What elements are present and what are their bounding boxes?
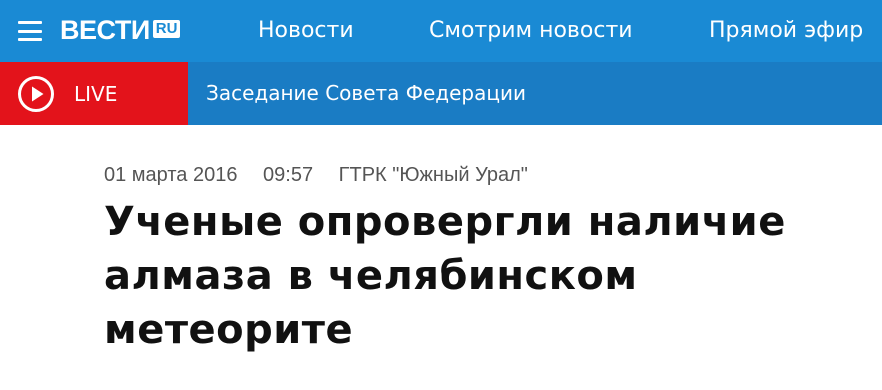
- play-circle-icon: [18, 76, 54, 112]
- live-button[interactable]: LIVE: [0, 62, 188, 125]
- headline-line: алмаза в челябинском: [104, 253, 638, 299]
- headline-line: метеорите: [104, 307, 354, 353]
- logo-text: ВЕСТИ: [60, 15, 150, 45]
- live-broadcast-banner[interactable]: Заседание Совета Федерации: [188, 62, 882, 125]
- logo-suffix: RU: [152, 20, 181, 38]
- article-meta: 01 марта 2016 09:57 ГТРК "Южный Урал": [104, 162, 548, 188]
- article-source: ГТРК "Южный Урал": [338, 164, 528, 186]
- site-logo[interactable]: ВЕСТИ RU: [60, 15, 181, 45]
- live-label: LIVE: [74, 82, 118, 106]
- nav-link-watch-news[interactable]: Смотрим новости: [429, 17, 633, 45]
- menu-line: [18, 29, 42, 33]
- menu-line: [18, 38, 42, 41]
- article-time: 09:57: [263, 164, 314, 186]
- live-broadcast-title[interactable]: Заседание Совета Федерации: [206, 80, 526, 106]
- top-navigation-bar: ВЕСТИ RU Новости Смотрим новости Прямой …: [0, 0, 882, 62]
- nav-link-live-broadcast[interactable]: Прямой эфир: [709, 17, 863, 45]
- live-bar: LIVE Заседание Совета Федерации: [0, 62, 882, 125]
- article-date: 01 марта 2016: [104, 164, 238, 186]
- menu-line: [18, 21, 42, 24]
- nav-link-news[interactable]: Новости: [258, 17, 354, 45]
- headline-line: Ученые опровергли наличие: [104, 199, 786, 245]
- article-headline: Ученые опровергли наличие алмаза в челяб…: [104, 195, 804, 357]
- hamburger-menu-icon[interactable]: [18, 21, 42, 41]
